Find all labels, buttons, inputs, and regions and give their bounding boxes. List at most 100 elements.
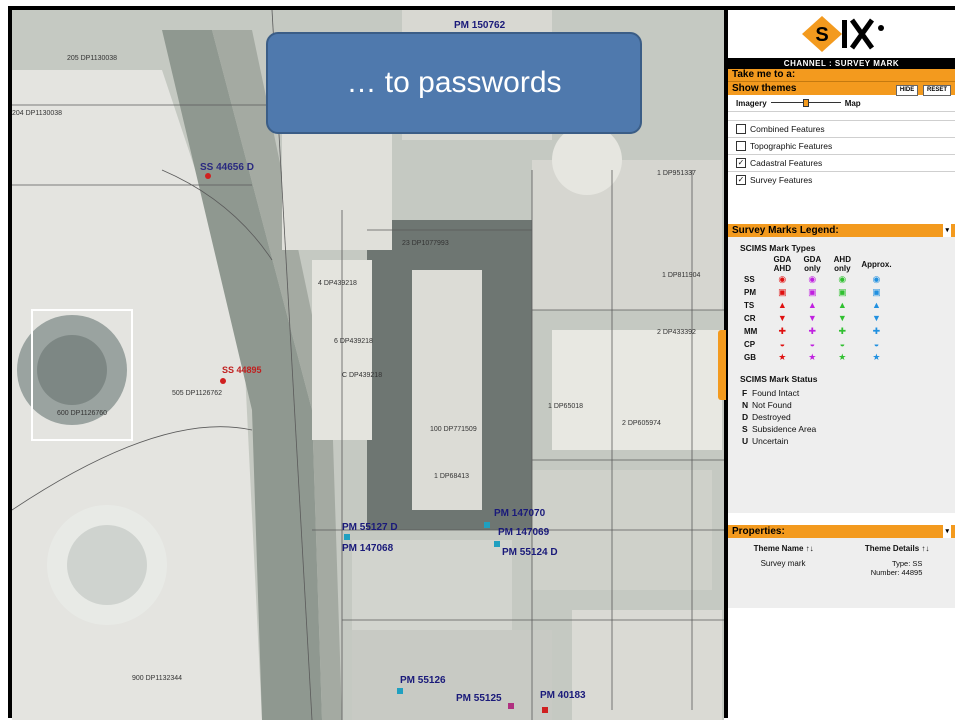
parcel-label: 1 DP68413 <box>434 473 470 480</box>
status-code: U <box>742 436 749 446</box>
legend-header[interactable]: Survey Marks Legend: ▾ <box>728 224 955 237</box>
collapse-icon[interactable]: ▾ <box>943 525 951 538</box>
checkbox-icon[interactable] <box>736 124 746 134</box>
mark-row-gb: GB ★ ★ ★ ★ <box>740 351 896 364</box>
theme-details-value: Type: SS Number: 44895 <box>871 559 923 577</box>
map-label-ss-44656[interactable]: SS 44656 D <box>200 162 254 173</box>
ts-gda-only-icon: ▲ <box>807 300 817 310</box>
theme-survey[interactable]: ✓ Survey Features <box>728 172 955 188</box>
map-label-pm-147069[interactable]: PM 147069 <box>498 527 549 538</box>
theme-name-column-header[interactable]: Theme Name ↑↓ <box>754 544 814 553</box>
parcel-label: 4 DP439218 <box>318 280 357 287</box>
status-label: Destroyed <box>752 412 791 422</box>
imagery-label: Imagery <box>736 98 767 108</box>
pm-gda-only-icon: ▣ <box>808 287 817 297</box>
pm-gda-ahd-icon: ▣ <box>778 287 787 297</box>
collapse-icon[interactable]: ▾ <box>943 224 951 237</box>
status-label: Found Intact <box>752 388 800 398</box>
take-me-to-header[interactable]: Take me to a: <box>728 69 955 81</box>
cr-approx-icon: ▼ <box>871 313 881 323</box>
pm-ahd-only-icon: ▣ <box>838 287 847 297</box>
theme-label: Cadastral Features <box>750 158 823 168</box>
reset-button[interactable]: RESET <box>922 84 951 96</box>
ts-approx-icon: ▲ <box>871 300 881 310</box>
theme-name-value: Survey mark <box>760 559 806 568</box>
map-label-pm-40183[interactable]: PM 40183 <box>540 690 586 701</box>
mark-row-cp: CP ◒ ◒ ◒ ◒ <box>740 338 896 351</box>
gb-ahd-only-icon: ★ <box>838 352 847 362</box>
hide-button[interactable]: HIDE <box>895 84 919 96</box>
mark-code: GB <box>744 353 756 362</box>
show-themes-label: Show themes <box>732 83 797 94</box>
imagery-map-slider-row: Imagery Map <box>728 95 955 112</box>
theme-details-column-header[interactable]: Theme Details ↑↓ <box>865 544 929 553</box>
slider-handle-icon[interactable] <box>802 99 809 107</box>
parcel-label: 600 DP1126760 <box>57 410 108 417</box>
status-code: D <box>742 412 749 422</box>
ss-approx-icon: ◉ <box>872 274 881 284</box>
mark-code: CR <box>744 314 756 323</box>
checkbox-checked-icon[interactable]: ✓ <box>736 175 746 185</box>
parcel-label: 100 DP771509 <box>430 426 477 433</box>
theme-label: Survey Features <box>750 175 813 185</box>
parcel-label: 205 DP1130038 <box>67 55 118 62</box>
properties-header[interactable]: Properties: ▾ <box>728 525 955 538</box>
show-themes-header[interactable]: Show themes HIDE RESET <box>728 81 955 96</box>
ts-gda-ahd-icon: ▲ <box>777 300 787 310</box>
map-label-ss-44895[interactable]: SS 44895 <box>222 365 262 375</box>
col-header: GDA AHD <box>773 255 792 273</box>
legend-header-label: Survey Marks Legend: <box>732 225 839 236</box>
side-panel: S CHANNEL : SURVEY MARK Take me to a: Sh… <box>728 10 955 720</box>
parcel-label: 2 DP605974 <box>622 420 661 427</box>
parcel-label: C DP439218 <box>342 372 383 379</box>
col-header: AHD only <box>833 255 851 273</box>
type-value: Type: SS <box>891 559 923 568</box>
mark-row-pm: PM ▣ ▣ ▣ ▣ <box>740 286 896 299</box>
parcel-label: 1 DP951337 <box>657 170 696 177</box>
status-code: S <box>742 424 748 434</box>
status-label: Not Found <box>752 400 792 410</box>
number-value: Number: 44895 <box>870 568 923 577</box>
map-label-pm-55126[interactable]: PM 55126 <box>400 675 446 686</box>
theme-topographic[interactable]: Topographic Features <box>728 138 955 155</box>
mark-row-ss: SS ◉ ◉ ◉ ◉ <box>740 273 896 286</box>
cr-ahd-only-icon: ▼ <box>837 313 847 323</box>
status-code: N <box>742 400 749 410</box>
properties-row[interactable]: Survey mark Type: SS Number: 44895 <box>728 559 955 577</box>
theme-label: Topographic Features <box>750 141 833 151</box>
mark-types-table: GDA AHD GDA only AHD only Approx. SS ◉ ◉… <box>740 255 896 364</box>
properties-header-row: Theme Name ↑↓ Theme Details ↑↓ <box>728 544 955 553</box>
mark-code: SS <box>744 275 755 284</box>
status-label: Subsidence Area <box>752 424 817 434</box>
mark-row-mm: MM ✚ ✚ ✚ ✚ <box>740 325 896 338</box>
col-header: Approx. <box>861 259 892 269</box>
callout-text: … to passwords <box>346 66 562 99</box>
six-logo-icon: S <box>801 16 884 52</box>
mark-status-title: SCIMS Mark Status <box>740 374 818 384</box>
channel-label: CHANNEL : SURVEY MARK <box>728 58 955 69</box>
checkbox-checked-icon[interactable]: ✓ <box>736 158 746 168</box>
panel-collapse-tab[interactable] <box>718 330 726 400</box>
parcel-label: 23 DP1077993 <box>402 240 449 247</box>
map-label-pm-55127[interactable]: PM 55127 D <box>342 522 398 533</box>
mark-code: MM <box>744 327 758 336</box>
theme-buttons: HIDE RESET <box>894 82 951 96</box>
theme-combined[interactable]: Combined Features <box>728 121 955 138</box>
map-label-pm-150762[interactable]: PM 150762 <box>454 20 505 31</box>
parcel-label: 2 DP433392 <box>657 329 696 336</box>
parcel-label: 204 DP1130038 <box>12 110 63 117</box>
ss-ahd-only-icon: ◉ <box>838 274 847 284</box>
theme-cadastral[interactable]: ✓ Cadastral Features <box>728 155 955 172</box>
parcel-label: 6 DP439218 <box>334 338 373 345</box>
status-row: N Not Found <box>728 399 955 411</box>
checkbox-icon[interactable] <box>736 141 746 151</box>
map-label-pm-55125[interactable]: PM 55125 <box>456 693 502 704</box>
mark-row-cr: CR ▼ ▼ ▼ ▼ <box>740 312 896 325</box>
cp-gda-ahd-icon: ◒ <box>779 339 786 349</box>
cr-gda-only-icon: ▼ <box>807 313 817 323</box>
map-label-pm-55124[interactable]: PM 55124 D <box>502 547 558 558</box>
map-label-pm-147070[interactable]: PM 147070 <box>494 508 545 519</box>
imagery-map-slider[interactable] <box>770 99 841 107</box>
map-label-pm-147068[interactable]: PM 147068 <box>342 543 393 554</box>
